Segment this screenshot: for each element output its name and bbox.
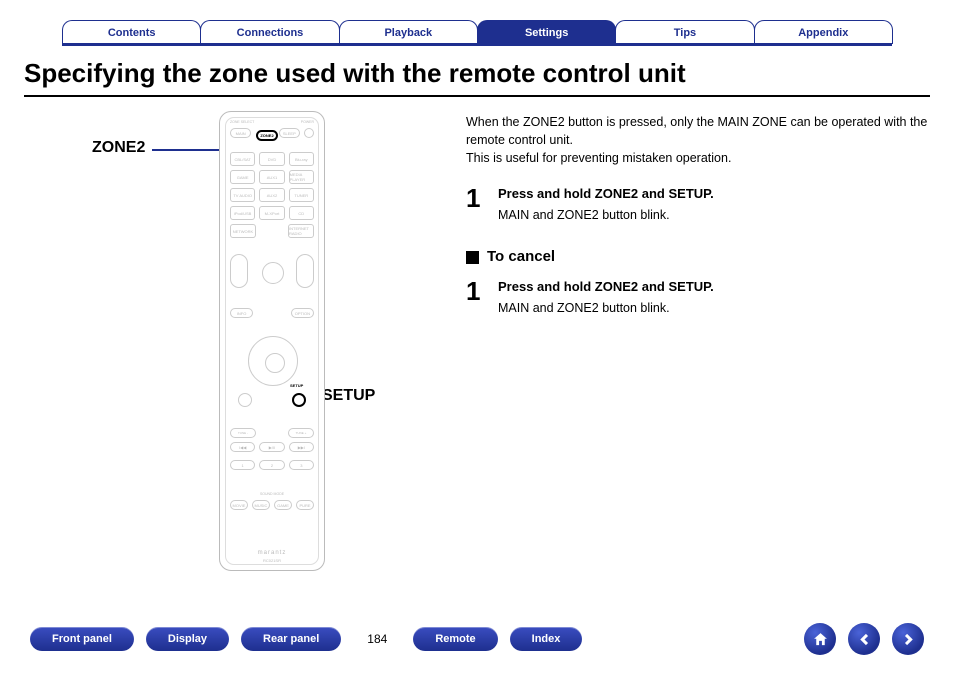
remote-setup-label: SETUP bbox=[290, 383, 303, 388]
tab-appendix[interactable]: Appendix bbox=[754, 20, 893, 44]
body: ZONE2 SETUP ZONE SELECT POWER MAIN SLEEP… bbox=[0, 97, 954, 339]
tab-connections[interactable]: Connections bbox=[200, 20, 339, 44]
intro-line-1: When the ZONE2 button is pressed, only t… bbox=[466, 113, 930, 149]
arrow-right-icon bbox=[900, 631, 917, 648]
remote-zone2-btn: ZONE2 bbox=[256, 130, 278, 141]
remote-src: M-XPort bbox=[259, 206, 284, 220]
cancel-step-1-number: 1 bbox=[466, 278, 484, 317]
remote-src bbox=[260, 224, 284, 238]
remote-dpad bbox=[248, 336, 298, 386]
cancel-step-1: 1 Press and hold ZONE2 and SETUP. MAIN a… bbox=[466, 278, 930, 317]
cancel-step-1-title: Press and hold ZONE2 and SETUP. bbox=[498, 278, 714, 297]
remote-num: 1 bbox=[230, 460, 255, 470]
callout-setup: SETUP bbox=[322, 387, 375, 405]
remote-src: iPod/USB bbox=[230, 206, 255, 220]
index-button[interactable]: Index bbox=[510, 627, 583, 651]
intro-line-2: This is useful for preventing mistaken o… bbox=[466, 149, 930, 167]
remote-power-btn bbox=[304, 128, 314, 138]
step-1: 1 Press and hold ZONE2 and SETUP. MAIN a… bbox=[466, 185, 930, 224]
tab-tips[interactable]: Tips bbox=[615, 20, 754, 44]
intro-text: When the ZONE2 button is pressed, only t… bbox=[466, 113, 930, 167]
step-1-sub: MAIN and ZONE2 button blink. bbox=[498, 206, 714, 224]
remote-illustration-area: ZONE2 SETUP ZONE SELECT POWER MAIN SLEEP… bbox=[24, 107, 452, 339]
cancel-step-1-sub: MAIN and ZONE2 button blink. bbox=[498, 299, 714, 317]
cancel-heading-text: To cancel bbox=[487, 246, 555, 268]
remote-channel-rocker bbox=[230, 254, 248, 288]
remote-src: TUNER bbox=[289, 188, 314, 202]
remote-back-btn bbox=[238, 393, 252, 407]
front-panel-button[interactable]: Front panel bbox=[30, 627, 134, 651]
remote-src: Blu-ray bbox=[289, 152, 314, 166]
remote-power-label: POWER bbox=[301, 120, 314, 124]
tab-contents[interactable]: Contents bbox=[62, 20, 201, 44]
remote-setup-btn bbox=[292, 393, 306, 407]
display-button[interactable]: Display bbox=[146, 627, 229, 651]
top-tabs: Contents Connections Playback Settings T… bbox=[0, 0, 954, 44]
remote-option-btn: OPTION bbox=[291, 308, 314, 318]
remote-tune-plus: TUNE + bbox=[288, 428, 314, 438]
remote-brand: marantz bbox=[220, 550, 324, 556]
remote-transport: ▶▶I bbox=[289, 442, 314, 452]
remote-num: 2 bbox=[259, 460, 284, 470]
remote-info-btn: INFO bbox=[230, 308, 253, 318]
remote-sound: PURE bbox=[296, 500, 314, 510]
remote-src: DVD bbox=[259, 152, 284, 166]
remote-src: AUX1 bbox=[259, 170, 284, 184]
next-page-button[interactable] bbox=[892, 623, 924, 655]
remote-src: AUX2 bbox=[259, 188, 284, 202]
tab-underline bbox=[62, 43, 892, 46]
remote-sound: MUSIC bbox=[252, 500, 270, 510]
remote-src: CBL/SAT bbox=[230, 152, 255, 166]
remote-mute-btn bbox=[262, 262, 284, 284]
home-button[interactable] bbox=[804, 623, 836, 655]
step-1-number: 1 bbox=[466, 185, 484, 224]
callout-zone2: ZONE2 bbox=[92, 139, 145, 157]
cancel-heading: To cancel bbox=[466, 246, 930, 268]
prev-page-button[interactable] bbox=[848, 623, 880, 655]
remote-src: TV AUDIO bbox=[230, 188, 255, 202]
tab-settings[interactable]: Settings bbox=[477, 20, 616, 44]
step-1-title: Press and hold ZONE2 and SETUP. bbox=[498, 185, 714, 204]
arrow-left-icon bbox=[856, 631, 873, 648]
tab-playback[interactable]: Playback bbox=[339, 20, 478, 44]
remote-num: 3 bbox=[289, 460, 314, 470]
remote-sound: MOVIE bbox=[230, 500, 248, 510]
remote-zone-select-label: ZONE SELECT bbox=[230, 120, 254, 124]
remote-src: CD bbox=[289, 206, 314, 220]
remote-volume-rocker bbox=[296, 254, 314, 288]
footer-nav: Front panel Display Rear panel 184 Remot… bbox=[0, 623, 954, 655]
remote-sound: GAME bbox=[274, 500, 292, 510]
remote-main-btn: MAIN bbox=[230, 128, 251, 138]
square-bullet-icon bbox=[466, 251, 479, 264]
remote-control-diagram: ZONE SELECT POWER MAIN SLEEP ZONE2 CBL/S… bbox=[219, 111, 325, 571]
rear-panel-button[interactable]: Rear panel bbox=[241, 627, 341, 651]
remote-src: INTERNET RADIO bbox=[288, 224, 314, 238]
remote-src: GAME bbox=[230, 170, 255, 184]
remote-transport: ▶/II bbox=[259, 442, 284, 452]
home-icon bbox=[812, 631, 829, 648]
remote-sound-mode-label: SOUND MODE bbox=[220, 492, 324, 496]
remote-model: RC021SR bbox=[220, 558, 324, 563]
remote-transport: I◀◀ bbox=[230, 442, 255, 452]
remote-src: NETWORK bbox=[230, 224, 256, 238]
remote-sleep-btn: SLEEP bbox=[279, 128, 300, 138]
remote-src: MEDIA PLAYER bbox=[289, 170, 314, 184]
page-title: Specifying the zone used with the remote… bbox=[24, 58, 930, 89]
page-number: 184 bbox=[367, 632, 387, 646]
instructions-area: When the ZONE2 button is pressed, only t… bbox=[466, 107, 930, 339]
remote-button[interactable]: Remote bbox=[413, 627, 497, 651]
remote-tune-minus: TUNE - bbox=[230, 428, 256, 438]
